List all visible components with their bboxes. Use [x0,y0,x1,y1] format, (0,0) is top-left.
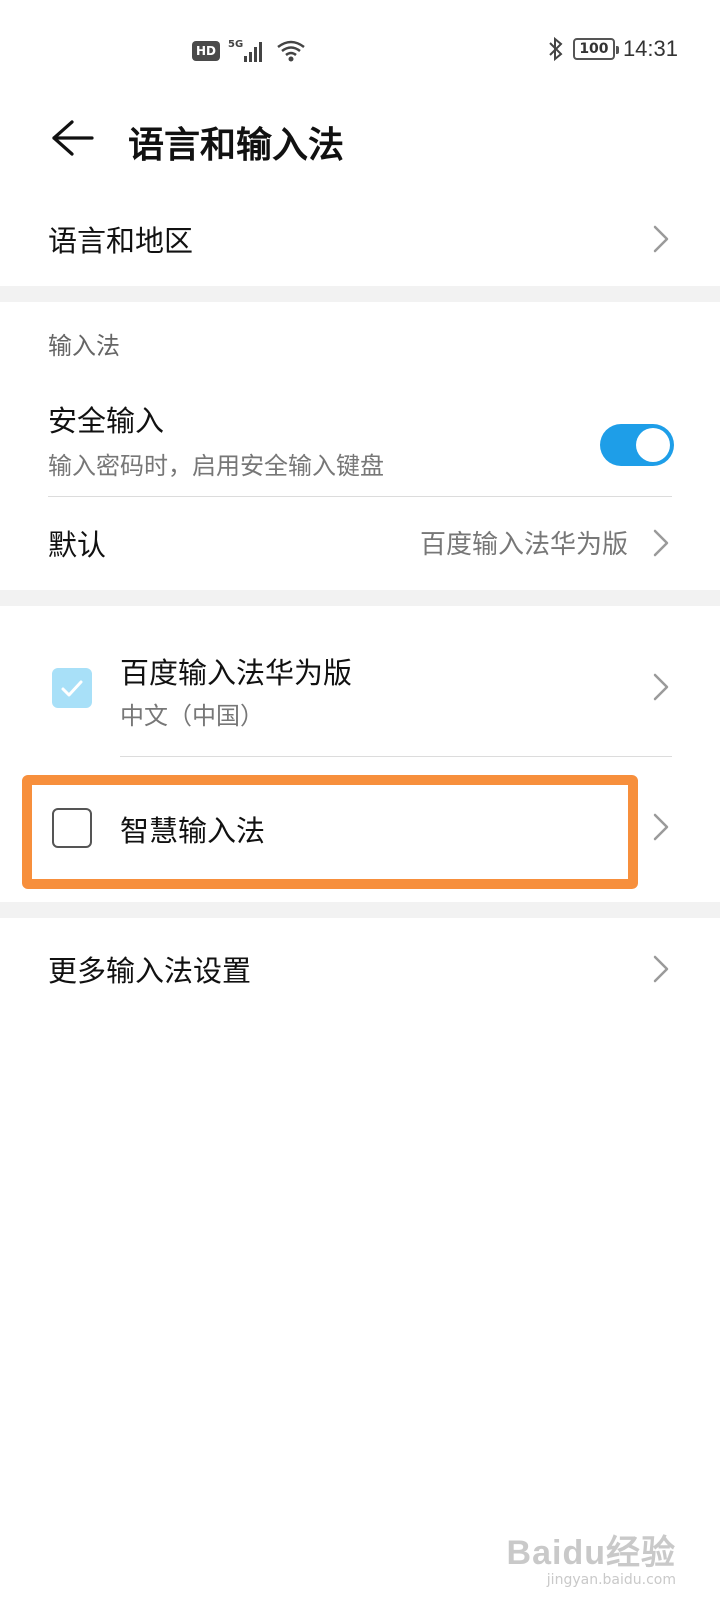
status-icons-left: HD 5G [192,38,306,64]
network-type-label: 5G [228,39,243,50]
bluetooth-icon [549,36,563,62]
checkmark-icon [61,680,83,697]
annotation-highlight-box [22,775,638,889]
chevron-right-icon [653,529,669,557]
baidu-jingyan-watermark: Baidu经验 jingyan.baidu.com [507,1525,676,1588]
language-region-row[interactable]: 语言和地区 [0,200,720,284]
chevron-right-icon [653,673,669,701]
language-region-label: 语言和地区 [48,224,194,258]
hd-badge: HD [192,41,221,61]
section-gap [0,590,720,606]
divider [48,496,672,497]
default-input-value: 百度输入法华为版 [419,530,628,560]
title-bar: 语言和输入法 [0,104,720,176]
wifi-icon [277,40,305,62]
chevron-right-icon [653,225,669,253]
input-method-item[interactable]: 百度输入法华为版 中文（中国） [0,616,720,756]
battery-indicator: 100 [572,38,619,60]
section-gap [0,902,720,918]
toggle-knob [636,428,670,462]
more-input-settings-label: 更多输入法设置 [48,954,252,988]
clock: 14:31 [622,36,678,61]
secure-input-toggle[interactable] [600,424,674,466]
input-method-language: 中文（中国） [120,702,264,730]
default-input-row[interactable]: 默认 百度输入法华为版 [0,502,720,586]
status-icons-right: 100 14:31 [547,36,678,62]
secure-input-label: 安全输入 [48,404,165,438]
chevron-right-icon [653,813,669,841]
default-input-label: 默认 [48,528,107,562]
chevron-right-icon [653,955,669,983]
input-method-name: 百度输入法华为版 [120,656,353,690]
secure-input-description: 输入密码时，启用安全输入键盘 [48,452,384,480]
more-input-settings-row[interactable]: 更多输入法设置 [0,924,720,1014]
watermark-logo: Baidu经验 [506,1534,676,1572]
watermark-url: jingyan.baidu.com [546,1572,676,1588]
section-gap [0,286,720,302]
cellular-signal-icon: 5G [228,39,263,62]
baidu-input-checkbox[interactable] [52,668,92,708]
status-bar: HD 5G 100 14:31 [0,0,720,104]
divider [120,756,672,757]
input-methods-section-title: 输入法 [48,332,120,360]
page-title: 语言和输入法 [128,125,345,166]
back-arrow-icon[interactable] [46,112,98,164]
